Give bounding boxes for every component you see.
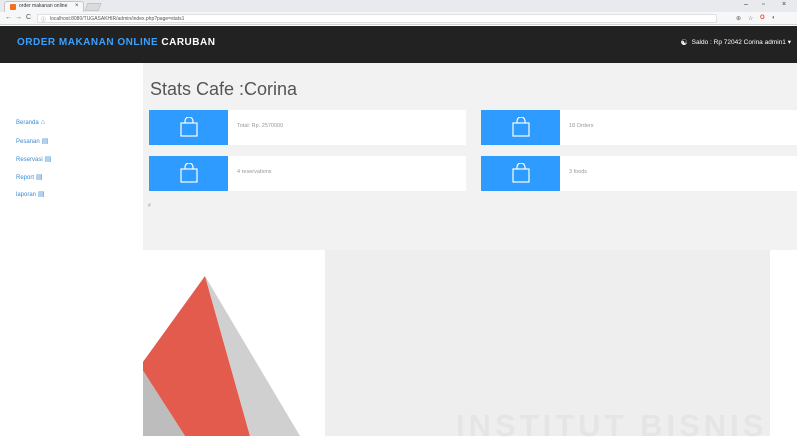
shopping-bag-icon [180, 163, 198, 183]
hash-note: # [148, 203, 151, 209]
brand-name: ORDER MAKANAN ONLINE [17, 37, 159, 48]
watermark-text: INSTITUT BISNIS [456, 408, 768, 443]
minimize-icon[interactable]: – [744, 1, 748, 8]
card-icon-box [149, 110, 228, 145]
sidebar-item-label: Report [16, 175, 35, 181]
home-icon: ⌂ [40, 119, 45, 126]
tab-close-icon[interactable]: × [75, 3, 79, 9]
sidebar-item-beranda[interactable]: Beranda ⌂ [16, 119, 45, 126]
sidebar-item-label: Pesanan [16, 139, 40, 145]
maximize-icon[interactable]: ▫ [762, 1, 764, 8]
book-icon: ▤ [38, 191, 45, 198]
stat-card-foods[interactable]: 3 foods [481, 156, 797, 191]
card-icon-box [149, 156, 228, 191]
book-icon: ▤ [44, 156, 52, 163]
sidebar-item-report[interactable]: Report ▤ [16, 173, 43, 181]
sidebar-item-label: Beranda [16, 120, 39, 126]
stat-card-text: 18 Orders [569, 123, 594, 129]
window-close-icon[interactable]: × [782, 1, 786, 8]
address-url: localhost:8080/TUGASAKHIR/admin/index.ph… [50, 16, 185, 22]
brand-city: CARUBAN [161, 37, 216, 48]
sidebar-item-pesanan[interactable]: Pesanan ▤ [16, 137, 48, 145]
browser-tab[interactable]: order makanan online × [4, 1, 84, 12]
stat-card-orders[interactable]: 18 Orders [481, 110, 797, 145]
favicon-icon [10, 4, 16, 10]
card-icon-box [481, 110, 560, 145]
shopping-bag-icon [512, 117, 530, 137]
tab-title: order makanan online [19, 3, 68, 9]
user-icon: ☯ [680, 38, 688, 47]
stat-card-reservations[interactable]: 4 reservations [149, 156, 466, 191]
stat-card-text: 3 foods [569, 169, 588, 175]
app-navbar: ORDER MAKANAN ONLINE CARUBAN ☯ Saldo : Rp… [0, 26, 797, 63]
opera-extension-icon[interactable]: O [760, 15, 765, 21]
book-icon: ▤ [36, 174, 43, 181]
user-saldo-text: Saldo : Rp 72042 Corina admin1 ▾ [691, 39, 791, 46]
stat-card-text: 4 reservations [237, 169, 272, 175]
back-icon[interactable]: ← [5, 14, 12, 22]
extension-icon[interactable]: ◐ [772, 15, 776, 21]
sidebar-item-laporan[interactable]: laporan ▤ [16, 190, 45, 198]
stat-card-text: Total: Rp. 2570000 [237, 123, 284, 129]
zoom-icon[interactable]: ⊕ [736, 15, 741, 22]
shopping-bag-icon [180, 117, 198, 137]
main-content: Stats Cafe :Corina Total: Rp. 2570000 18… [143, 63, 797, 436]
bookmark-star-icon[interactable]: ☆ [748, 15, 753, 22]
user-menu[interactable]: ☯ Saldo : Rp 72042 Corina admin1 ▾ [680, 38, 791, 47]
sidebar-item-reservasi[interactable]: Reservasi ▤ [16, 155, 51, 163]
stat-card-total[interactable]: Total: Rp. 2570000 [149, 110, 466, 145]
reload-icon[interactable]: C [26, 14, 31, 22]
browser-tabstrip: order makanan online × – ▫ × [0, 0, 797, 12]
brand-logo[interactable]: ORDER MAKANAN ONLINE CARUBAN [17, 37, 215, 48]
sidebar: Beranda ⌂ Pesanan ▤ Reservasi ▤ Report ▤ lap… [0, 63, 143, 436]
site-info-icon[interactable]: ⓘ [41, 16, 46, 23]
card-icon-box [481, 156, 560, 191]
forward-icon[interactable]: → [15, 14, 22, 22]
browser-toolbar: ← → C ⓘ localhost:8080/TUGASAKHIR/admin/… [0, 12, 797, 25]
address-bar[interactable]: ⓘ localhost:8080/TUGASAKHIR/admin/index.… [37, 14, 717, 23]
page-title: Stats Cafe :Corina [150, 79, 298, 99]
new-tab-button[interactable] [84, 3, 102, 11]
shopping-bag-icon [512, 163, 530, 183]
book-icon: ▤ [41, 138, 49, 145]
sidebar-item-label: Reservasi [16, 157, 43, 163]
sidebar-item-label: laporan [16, 192, 37, 198]
